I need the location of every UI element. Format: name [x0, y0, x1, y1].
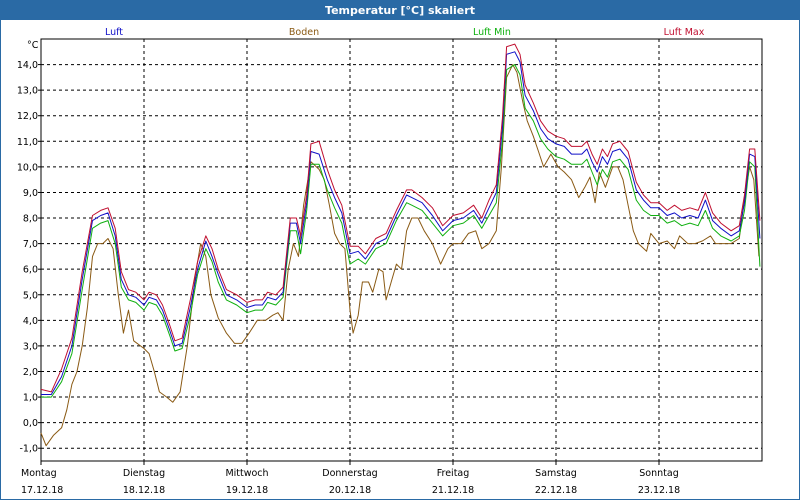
series-line-luft-min	[41, 64, 761, 398]
series-line-luft	[41, 51, 761, 395]
x-tick-day-label: Samstag	[535, 468, 577, 479]
y-tick-label: 14,0	[17, 60, 38, 71]
x-tick-date-label: 23.12.18	[638, 485, 680, 496]
y-tick-label: 0,0	[23, 418, 38, 429]
y-tick-label: 7,0	[23, 239, 38, 250]
series-line-luft-max	[40, 43, 761, 393]
y-tick-label: -1,0	[19, 444, 38, 455]
x-tick-day-label: Freitag	[437, 468, 470, 479]
x-tick-date-label: 20.12.18	[329, 485, 371, 496]
legend-entry-luft-max: Luft Max	[664, 27, 705, 38]
x-tick-day-label: Dienstag	[123, 468, 165, 479]
y-tick-label: 8,0	[23, 214, 38, 225]
x-tick-date-label: 22.12.18	[535, 485, 577, 496]
legend-entry-luft: Luft	[105, 27, 123, 38]
y-tick-label: 2,0	[23, 367, 38, 378]
y-tick-label: 5,0	[23, 290, 38, 301]
x-tick-date-label: 17.12.18	[21, 485, 63, 496]
y-tick-label: 12,0	[17, 111, 38, 122]
y-tick-label: 11,0	[17, 137, 38, 148]
x-tick-day-label: Montag	[21, 468, 57, 479]
x-tick-date-label: 18.12.18	[123, 485, 165, 496]
x-tick-day-label: Donnerstag	[322, 468, 377, 479]
x-tick-date-label: 19.12.18	[226, 485, 268, 496]
y-tick-label: 6,0	[23, 265, 38, 276]
y-tick-label: 3,0	[23, 341, 38, 352]
x-tick-day-label: Sonntag	[639, 468, 678, 479]
y-tick-label: 1,0	[23, 393, 38, 404]
series-line-boden	[40, 64, 760, 447]
y-tick-label: 9,0	[23, 188, 38, 199]
legend-entry-boden: Boden	[289, 27, 319, 38]
y-tick-label: 4,0	[23, 316, 38, 327]
temperature-chart: -1,0 0,0 1,0 2,0 3,0 4,0 5,0 6,0 7,0 8,0 9,0 10,0 11…	[17, 27, 763, 496]
chart-window: Temperatur [°C] skaliert -1,0 0,0 1,0 2,0 3,…	[0, 0, 800, 500]
y-tick-label: 13,0	[17, 86, 38, 97]
y-axis-unit-label: °C	[27, 40, 39, 51]
plot-area-border	[40, 38, 763, 462]
x-tick-day-label: Mittwoch	[225, 468, 268, 479]
y-tick-label: 10,0	[17, 162, 38, 173]
x-tick-date-label: 21.12.18	[432, 485, 474, 496]
legend-entry-luft-min: Luft Min	[473, 27, 511, 38]
